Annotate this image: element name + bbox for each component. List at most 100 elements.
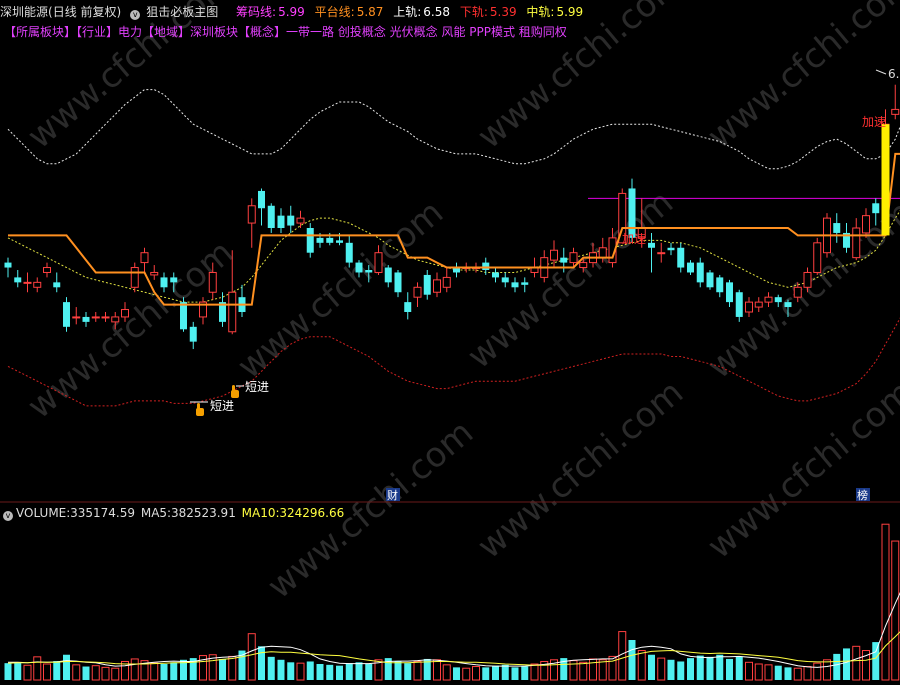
volume-bar [628,640,636,680]
indicator-toggle-icon[interactable]: v [130,10,141,20]
candle-body [764,296,773,303]
volume-bar [394,661,402,680]
candle-body [277,215,285,228]
volume-bar [521,666,529,680]
finance-marker: 财 [386,488,400,502]
candle-body [833,223,841,233]
volume-bar [442,664,451,681]
volume-bar [355,662,363,680]
volume-bar [287,662,295,680]
candle-body [121,309,129,318]
candle-body [287,215,295,226]
rank-marker: 榜 [856,488,870,502]
candle-body [511,282,519,288]
candle-body [111,316,120,323]
volume-bar [43,663,51,681]
candle [813,237,822,275]
candle-body [189,326,197,342]
candle-body [677,247,685,268]
volume-bar [296,662,305,681]
volume-bar [472,666,480,681]
volume-bar [482,667,490,680]
candle-body [706,272,714,288]
candle-body [4,262,12,268]
candle-body [23,281,32,284]
candle-body [53,282,61,288]
volume-toggle-icon[interactable]: v [3,511,13,521]
indicator-name[interactable]: 狙击必板主图 [146,5,218,19]
candle-body [14,277,22,283]
volume-bar [598,659,607,681]
candle-body [442,276,451,288]
volume-bar [91,665,100,681]
upper-band-value: 6.58 [423,5,450,19]
candle-body [404,302,412,312]
candle-body [648,242,655,248]
volume-bar [101,666,110,681]
candle-body [316,237,324,243]
volume-bar [501,664,509,680]
mid-band-value: 5.99 [556,5,584,19]
volume-bar [404,663,412,680]
volume-bar [687,658,694,680]
ma10-label: MA10: [241,506,280,520]
volume-bar [579,661,588,681]
candle-body [862,215,870,234]
volume-bar [726,658,733,680]
chart-canvas: www.cfchi.com www.cfchi.com www.cfchi.comw… [0,0,900,685]
candle-body [521,282,529,285]
candle-body [550,249,558,261]
volume-value: 335174.59 [70,506,136,520]
volume-bar [345,663,353,680]
candle-body [501,277,509,283]
candle-body [482,262,490,270]
volume-bar [793,667,802,681]
stock-name[interactable]: 深圳能源 [0,5,48,19]
volume-bar [677,661,685,680]
candle-body [413,286,422,298]
volume-bar [774,665,782,680]
candle-body [355,262,363,273]
candle-body [150,271,159,276]
volume-bar [716,654,724,680]
candle-body [628,188,636,238]
volume-bar [63,654,70,680]
volume-bar [130,658,139,681]
volume-bar [247,633,256,681]
volume-bar [657,657,666,681]
candle-body [872,203,880,214]
ma5-label: MA5: [140,506,172,520]
chips-line-label: 筹码线: [236,5,277,19]
candle-body [394,272,402,293]
candle-body [716,277,724,293]
candle-body [82,316,90,322]
candle-body [784,302,792,308]
candle-body [33,281,42,288]
volume-bar [492,665,499,680]
volume-bar [852,645,861,681]
volume-bar [33,656,42,681]
volume-bar [843,648,850,680]
ma10-value: 324296.66 [279,506,345,520]
volume-bar [316,664,324,680]
volume-bar [823,659,831,681]
candle-body [687,262,694,273]
period-label: (日线 前复权) [48,5,122,19]
candle-body [326,237,334,243]
candle [130,262,139,293]
candle-body [726,282,733,303]
candle-body [63,302,70,327]
volume-bar [160,664,168,680]
pointing-hand-finger [232,385,235,392]
concept-tags: 【所属板块】【行业】电力【地域】深圳板块【概念】一带一路 创投概念 光伏概念 风… [4,25,567,39]
finance-marker-text: 财 [387,488,398,502]
candle-body [735,292,743,317]
volume-bar [53,661,61,680]
volume-bar [813,662,822,681]
candle-body [130,267,139,288]
candle-body [579,262,588,269]
candle-body [657,252,666,255]
accelerate-label-2: 加速 [862,115,886,129]
candle [706,270,714,290]
lower-band-label: 下轨: [459,5,488,19]
